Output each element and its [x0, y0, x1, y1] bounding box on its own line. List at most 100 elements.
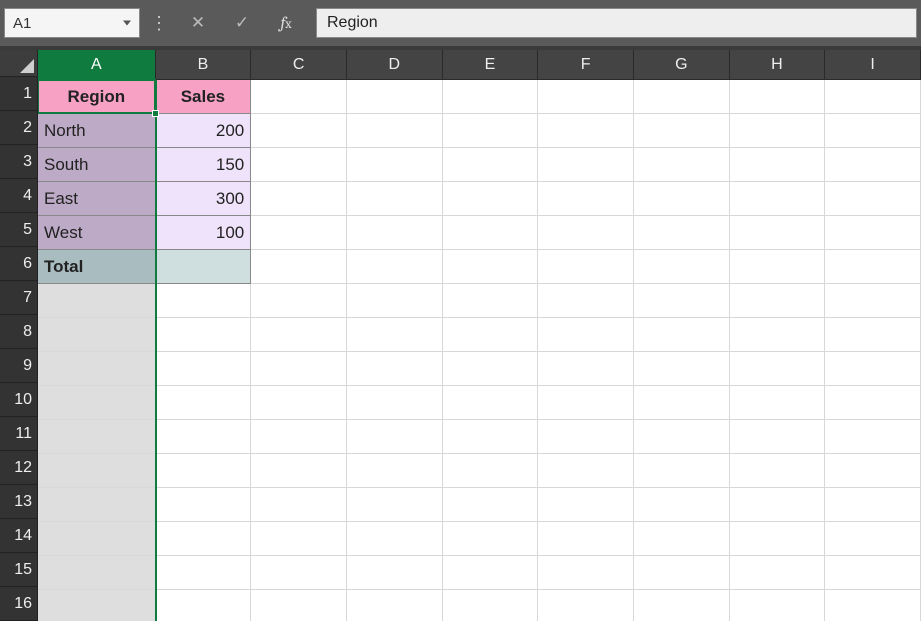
cell-A9[interactable] [38, 352, 156, 386]
cell-A13[interactable] [38, 488, 156, 522]
row-header-15[interactable]: 15 [0, 553, 38, 587]
cell-D2[interactable] [347, 114, 443, 148]
cell-A5[interactable]: West [38, 216, 156, 250]
cell-F1[interactable] [538, 80, 634, 114]
cell-E11[interactable] [443, 420, 539, 454]
cell-I11[interactable] [825, 420, 921, 454]
column-header-A[interactable]: A [38, 50, 156, 80]
formula-input[interactable]: Region [316, 8, 917, 38]
column-header-H[interactable]: H [730, 50, 826, 80]
cell-F13[interactable] [538, 488, 634, 522]
cell-B7[interactable] [156, 284, 252, 318]
cell-C6[interactable] [251, 250, 347, 284]
cell-E4[interactable] [443, 182, 539, 216]
cell-B12[interactable] [156, 454, 252, 488]
cancel-edit-button[interactable]: ✕ [178, 8, 218, 38]
cell-B16[interactable] [156, 590, 252, 621]
cell-H15[interactable] [730, 556, 826, 590]
cell-C11[interactable] [251, 420, 347, 454]
cell-E16[interactable] [443, 590, 539, 621]
row-header-7[interactable]: 7 [0, 281, 38, 315]
cell-H7[interactable] [730, 284, 826, 318]
row-header-5[interactable]: 5 [0, 213, 38, 247]
cell-B14[interactable] [156, 522, 252, 556]
cell-F9[interactable] [538, 352, 634, 386]
cell-C14[interactable] [251, 522, 347, 556]
cell-B10[interactable] [156, 386, 252, 420]
cell-F3[interactable] [538, 148, 634, 182]
cell-I7[interactable] [825, 284, 921, 318]
cell-F4[interactable] [538, 182, 634, 216]
cell-I8[interactable] [825, 318, 921, 352]
cell-E9[interactable] [443, 352, 539, 386]
cell-F12[interactable] [538, 454, 634, 488]
cell-G8[interactable] [634, 318, 730, 352]
cell-E2[interactable] [443, 114, 539, 148]
cell-I14[interactable] [825, 522, 921, 556]
cell-G4[interactable] [634, 182, 730, 216]
column-header-I[interactable]: I [825, 50, 921, 80]
column-header-B[interactable]: B [156, 50, 252, 80]
cell-C10[interactable] [251, 386, 347, 420]
cell-C4[interactable] [251, 182, 347, 216]
cell-B5[interactable]: 100 [156, 216, 252, 250]
cell-B6[interactable] [156, 250, 252, 284]
row-header-13[interactable]: 13 [0, 485, 38, 519]
cell-C1[interactable] [251, 80, 347, 114]
cell-B1[interactable]: Sales [156, 80, 252, 114]
cell-E15[interactable] [443, 556, 539, 590]
row-header-9[interactable]: 9 [0, 349, 38, 383]
cell-B4[interactable]: 300 [156, 182, 252, 216]
cell-I12[interactable] [825, 454, 921, 488]
row-header-1[interactable]: 1 [0, 77, 38, 111]
cell-G3[interactable] [634, 148, 730, 182]
cell-H5[interactable] [730, 216, 826, 250]
cell-H13[interactable] [730, 488, 826, 522]
cell-D5[interactable] [347, 216, 443, 250]
cell-C16[interactable] [251, 590, 347, 621]
cell-C8[interactable] [251, 318, 347, 352]
row-header-11[interactable]: 11 [0, 417, 38, 451]
cell-C12[interactable] [251, 454, 347, 488]
cell-E7[interactable] [443, 284, 539, 318]
cell-C13[interactable] [251, 488, 347, 522]
cell-I1[interactable] [825, 80, 921, 114]
cell-E1[interactable] [443, 80, 539, 114]
cell-I4[interactable] [825, 182, 921, 216]
cell-I6[interactable] [825, 250, 921, 284]
confirm-edit-button[interactable]: ✓ [222, 8, 262, 38]
cell-D16[interactable] [347, 590, 443, 621]
cell-D3[interactable] [347, 148, 443, 182]
cell-A4[interactable]: East [38, 182, 156, 216]
cell-E12[interactable] [443, 454, 539, 488]
cell-C9[interactable] [251, 352, 347, 386]
cell-F5[interactable] [538, 216, 634, 250]
cell-D13[interactable] [347, 488, 443, 522]
cell-E5[interactable] [443, 216, 539, 250]
cell-A7[interactable] [38, 284, 156, 318]
fill-handle[interactable] [152, 110, 159, 117]
cell-F2[interactable] [538, 114, 634, 148]
column-header-F[interactable]: F [538, 50, 634, 80]
cell-D4[interactable] [347, 182, 443, 216]
cell-H4[interactable] [730, 182, 826, 216]
cell-C7[interactable] [251, 284, 347, 318]
cell-H6[interactable] [730, 250, 826, 284]
cell-H16[interactable] [730, 590, 826, 621]
cell-H1[interactable] [730, 80, 826, 114]
cell-H12[interactable] [730, 454, 826, 488]
row-header-16[interactable]: 16 [0, 587, 38, 621]
cell-E8[interactable] [443, 318, 539, 352]
cell-F10[interactable] [538, 386, 634, 420]
cell-I16[interactable] [825, 590, 921, 621]
cell-E14[interactable] [443, 522, 539, 556]
cell-F15[interactable] [538, 556, 634, 590]
cell-C3[interactable] [251, 148, 347, 182]
cell-G10[interactable] [634, 386, 730, 420]
cell-E13[interactable] [443, 488, 539, 522]
cell-A6[interactable]: Total [38, 250, 156, 284]
row-header-2[interactable]: 2 [0, 111, 38, 145]
cell-A11[interactable] [38, 420, 156, 454]
chevron-down-icon[interactable] [123, 21, 131, 26]
cell-H11[interactable] [730, 420, 826, 454]
